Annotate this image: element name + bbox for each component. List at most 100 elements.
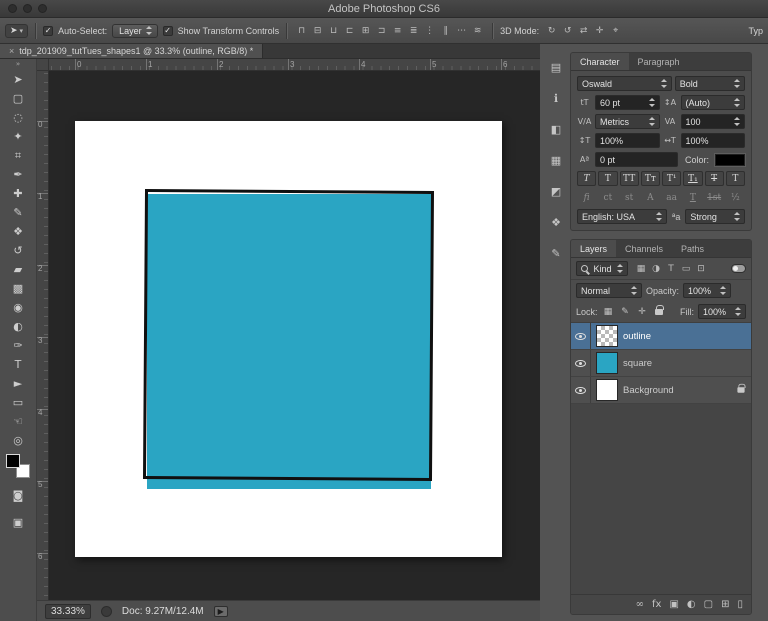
distribute-left-edges-icon[interactable]: ∥	[438, 23, 453, 38]
hand-tool[interactable]: ☜	[5, 412, 31, 431]
delete-layer-icon[interactable]: ▯	[737, 599, 743, 610]
path-selection-tool[interactable]: ►	[5, 374, 31, 393]
filter-kind-select[interactable]: Kind	[576, 261, 628, 276]
canvas-viewport[interactable]	[49, 71, 540, 600]
align-right-edges-icon[interactable]: ⊐	[374, 23, 389, 38]
outline-layer-shape[interactable]	[142, 188, 435, 482]
align-top-edges-icon[interactable]: ⊓	[294, 23, 309, 38]
layer-thumbnail[interactable]	[596, 325, 618, 347]
tab-channels[interactable]: Channels	[616, 240, 672, 257]
collapse-toolbar-button[interactable]: »	[0, 59, 36, 70]
faux-bold-icon[interactable]: T	[577, 171, 597, 186]
vertical-scale-field[interactable]: 100%	[595, 133, 660, 148]
baseline-shift-field[interactable]: 0 pt	[595, 152, 678, 167]
eraser-tool[interactable]: ▰	[5, 260, 31, 279]
styles-panel-icon[interactable]: ❖	[546, 213, 566, 231]
tool-preset-button[interactable]: ➤ ▾	[5, 23, 29, 38]
adjustment-layer-icon[interactable]: ◐	[687, 599, 696, 610]
language-select[interactable]: English: USA	[577, 209, 668, 224]
brush-tool[interactable]: ✎	[5, 203, 31, 222]
3d-drag-icon[interactable]: ⇄	[576, 23, 591, 38]
align-left-edges-icon[interactable]: ⊏	[342, 23, 357, 38]
3d-rotate-icon[interactable]: ↻	[544, 23, 559, 38]
blend-mode-select[interactable]: Normal	[576, 283, 642, 298]
visibility-toggle[interactable]	[571, 350, 591, 376]
distribute-top-edges-icon[interactable]: ≡	[390, 23, 405, 38]
close-tab-icon[interactable]: ×	[9, 46, 14, 56]
visibility-toggle[interactable]	[571, 377, 591, 403]
tab-layers[interactable]: Layers	[571, 240, 617, 257]
status-flyout-arrow-icon[interactable]: ▶	[213, 605, 228, 617]
lock-image-pixels-icon[interactable]: ✎	[619, 305, 632, 318]
document-page[interactable]	[75, 121, 502, 557]
quick-mask-button[interactable]: ◙	[5, 486, 31, 505]
swash-icon[interactable]: A	[641, 190, 660, 205]
lasso-tool[interactable]: ◌	[5, 108, 31, 127]
underline-icon[interactable]: T	[704, 171, 724, 186]
3d-roll-icon[interactable]: ↺	[560, 23, 575, 38]
filter-smart-objects-icon[interactable]: ⊡	[694, 262, 708, 276]
layer-effects-icon[interactable]: fx	[652, 599, 661, 610]
font-family-select[interactable]: Oswald	[577, 76, 672, 91]
titling-alternates-icon[interactable]: T	[683, 190, 702, 205]
align-horizontal-centers-icon[interactable]: ⊞	[358, 23, 373, 38]
type-tool[interactable]: T	[5, 355, 31, 374]
filter-type-layers-icon[interactable]: T	[664, 262, 678, 276]
filter-pixel-layers-icon[interactable]: ▦	[634, 262, 648, 276]
standard-ligatures-icon[interactable]: fi	[577, 190, 596, 205]
align-vertical-centers-icon[interactable]: ⊟	[310, 23, 325, 38]
subscript-icon[interactable]: T₁	[683, 171, 703, 186]
clone-stamp-tool[interactable]: ❖	[5, 222, 31, 241]
brush-panel-icon[interactable]: ✎	[546, 244, 566, 262]
opacity-select[interactable]: 100%	[683, 283, 732, 298]
distribute-bottom-edges-icon[interactable]: ⋮	[422, 23, 437, 38]
history-panel-icon[interactable]: ▤	[546, 58, 566, 76]
fractions-icon[interactable]: ½	[726, 190, 745, 205]
swatches-panel-icon[interactable]: ▦	[546, 151, 566, 169]
pen-tool[interactable]: ✑	[5, 336, 31, 355]
layer-row-square[interactable]: square	[571, 350, 751, 377]
font-style-select[interactable]: Bold	[674, 76, 745, 91]
layer-row-background[interactable]: Background	[571, 377, 751, 404]
font-size-select[interactable]: 60 pt	[595, 95, 660, 110]
stylistic-alternates-icon[interactable]: aa	[662, 190, 681, 205]
layer-group-icon[interactable]: ▢	[704, 599, 713, 610]
auto-select-checkbox[interactable]: ✓	[43, 25, 54, 36]
marquee-tool[interactable]: ▢	[5, 89, 31, 108]
faux-italic-icon[interactable]: T	[598, 171, 618, 186]
text-color-swatch[interactable]	[715, 153, 745, 166]
shape-tool[interactable]: ▭	[5, 393, 31, 412]
layer-mask-icon[interactable]: ▣	[669, 599, 678, 610]
filter-adjustment-layers-icon[interactable]: ◑	[649, 262, 663, 276]
auto-select-dropdown[interactable]: Layer	[112, 23, 158, 38]
adjustments-panel-icon[interactable]: ◩	[546, 182, 566, 200]
distribute-right-edges-icon[interactable]: ≋	[470, 23, 485, 38]
align-bottom-edges-icon[interactable]: ⊔	[326, 23, 341, 38]
tab-character[interactable]: Character	[571, 53, 629, 70]
show-transform-checkbox[interactable]: ✓	[162, 25, 173, 36]
move-tool[interactable]: ➤	[5, 70, 31, 89]
healing-brush-tool[interactable]: ✚	[5, 184, 31, 203]
zoom-level-field[interactable]: 33.33%	[45, 603, 91, 619]
ruler-left[interactable]: 0 1 2 3 4 5 6	[37, 71, 49, 600]
fill-select[interactable]: 100%	[698, 304, 746, 319]
3d-slide-icon[interactable]: ✛	[592, 23, 607, 38]
layer-thumbnail[interactable]	[596, 352, 618, 374]
screen-mode-button[interactable]: ▣	[5, 513, 31, 532]
tab-paragraph[interactable]: Paragraph	[629, 53, 689, 70]
distribute-vertical-centers-icon[interactable]: ≣	[406, 23, 421, 38]
layer-row-outline[interactable]: outline	[571, 323, 751, 350]
visibility-toggle[interactable]	[571, 323, 591, 349]
layer-thumbnail[interactable]	[596, 379, 618, 401]
layer-filtering-toggle[interactable]	[731, 264, 746, 273]
ordinals-icon[interactable]: 1st	[705, 190, 724, 205]
crop-tool[interactable]: ⌗	[5, 146, 31, 165]
filter-shape-layers-icon[interactable]: ▭	[679, 262, 693, 276]
horizontal-scale-field[interactable]: 100%	[680, 133, 745, 148]
ruler-top[interactable]: 0 1 2 3 4 5 6	[49, 59, 540, 71]
eyedropper-tool[interactable]: ✒	[5, 165, 31, 184]
lock-all-icon[interactable]	[653, 304, 666, 318]
document-tab[interactable]: × tdp_201909_tutTues_shapes1 @ 33.3% (ou…	[0, 44, 264, 58]
anti-alias-select[interactable]: Strong	[685, 209, 745, 224]
lock-transparent-pixels-icon[interactable]: ▦	[602, 305, 615, 318]
